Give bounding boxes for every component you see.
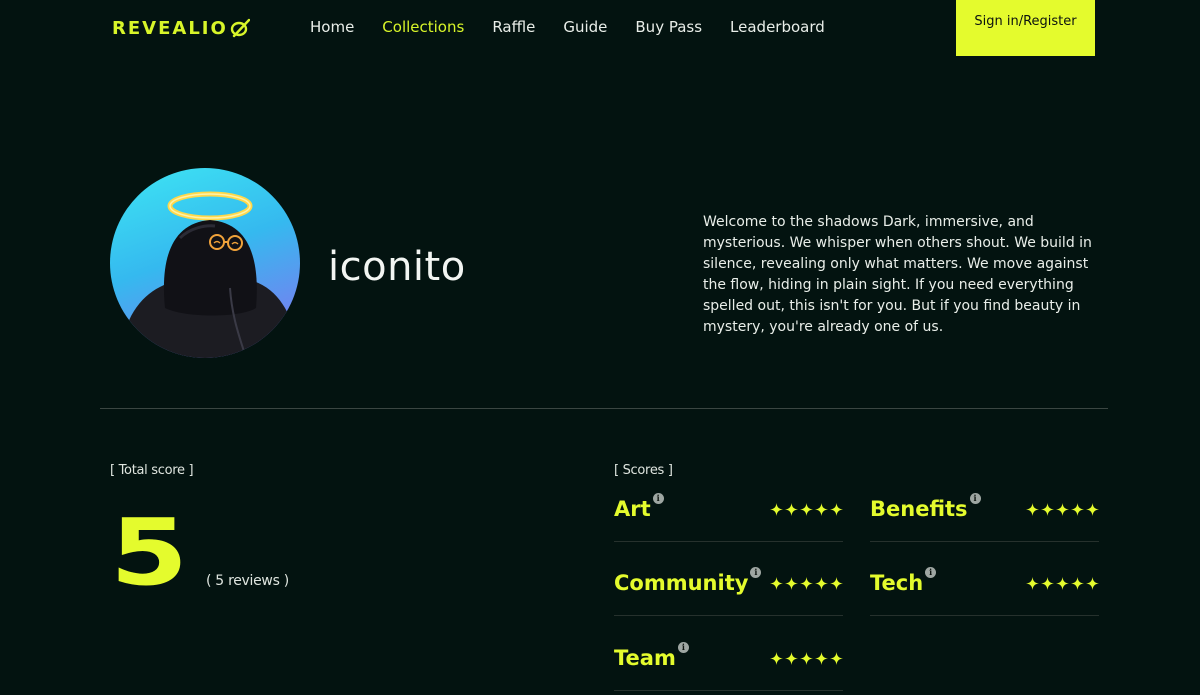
score-name-art: Art <box>614 497 651 521</box>
score-row-tech: Tech i <box>870 567 1099 616</box>
hooded-figure-illustration <box>120 191 300 358</box>
total-score-value: 5 <box>110 499 189 606</box>
score-row-team: Team i <box>614 642 843 691</box>
score-name-tech: Tech <box>870 571 924 595</box>
score-row-benefits: Benefits i <box>870 493 1099 542</box>
star-rating <box>1026 503 1099 516</box>
sparkle-star-icon <box>1056 577 1069 590</box>
sparkle-star-icon <box>785 503 798 516</box>
sparkle-star-icon <box>1041 503 1054 516</box>
collection-avatar <box>110 168 300 358</box>
sparkle-star-icon <box>785 577 798 590</box>
sparkle-star-icon <box>1026 577 1039 590</box>
score-row-art: Art i <box>614 493 843 542</box>
eye-slash-icon <box>230 18 250 38</box>
collection-name: iconito <box>328 244 466 290</box>
sparkle-star-icon <box>1041 577 1054 590</box>
total-score-label: [ Total score ] <box>110 463 194 478</box>
score-row-community: Community i <box>614 567 843 616</box>
score-name-community: Community <box>614 571 749 595</box>
star-rating <box>770 503 843 516</box>
nav-buy-pass[interactable]: Buy Pass <box>635 18 702 36</box>
sparkle-star-icon <box>815 577 828 590</box>
star-rating <box>770 577 843 590</box>
sparkle-star-icon <box>815 652 828 665</box>
sparkle-star-icon <box>800 503 813 516</box>
star-rating <box>1026 577 1099 590</box>
nav-collections[interactable]: Collections <box>382 18 464 36</box>
info-icon[interactable]: i <box>925 567 937 578</box>
logo-text: REVEALIO <box>112 17 228 39</box>
info-icon[interactable]: i <box>677 642 689 653</box>
sparkle-star-icon <box>800 577 813 590</box>
info-icon[interactable]: i <box>652 493 664 504</box>
sparkle-star-icon <box>800 652 813 665</box>
review-count: ( 5 reviews ) <box>206 573 289 589</box>
sparkle-star-icon <box>1071 577 1084 590</box>
nav-home[interactable]: Home <box>310 18 354 36</box>
scores-label: [ Scores ] <box>614 463 673 478</box>
sparkle-star-icon <box>815 503 828 516</box>
nav-raffle[interactable]: Raffle <box>492 18 535 36</box>
sparkle-star-icon <box>785 652 798 665</box>
collection-description: Welcome to the shadows Dark, immersive, … <box>703 214 1092 335</box>
signin-register-button[interactable]: Sign in/Register <box>956 0 1095 56</box>
sparkle-star-icon <box>830 652 843 665</box>
sparkle-star-icon <box>770 652 783 665</box>
section-divider <box>100 408 1108 409</box>
sparkle-star-icon <box>1056 503 1069 516</box>
nav-leaderboard[interactable]: Leaderboard <box>730 18 825 36</box>
sparkle-star-icon <box>1086 577 1099 590</box>
main-nav: Home Collections Raffle Guide Buy Pass L… <box>310 18 853 36</box>
sparkle-star-icon <box>830 577 843 590</box>
sparkle-star-icon <box>1026 503 1039 516</box>
brand-logo[interactable]: REVEALIO <box>112 16 250 40</box>
sparkle-star-icon <box>770 577 783 590</box>
top-navbar: REVEALIO Home Collections Raffle Guide B… <box>0 0 1200 58</box>
info-icon[interactable]: i <box>969 493 981 504</box>
nav-guide[interactable]: Guide <box>563 18 607 36</box>
score-name-benefits: Benefits <box>870 497 968 521</box>
sparkle-star-icon <box>770 503 783 516</box>
sparkle-star-icon <box>1071 503 1084 516</box>
info-icon[interactable]: i <box>750 567 762 578</box>
sparkle-star-icon <box>1086 503 1099 516</box>
star-rating <box>770 652 843 665</box>
score-name-team: Team <box>614 646 676 670</box>
sparkle-star-icon <box>830 503 843 516</box>
